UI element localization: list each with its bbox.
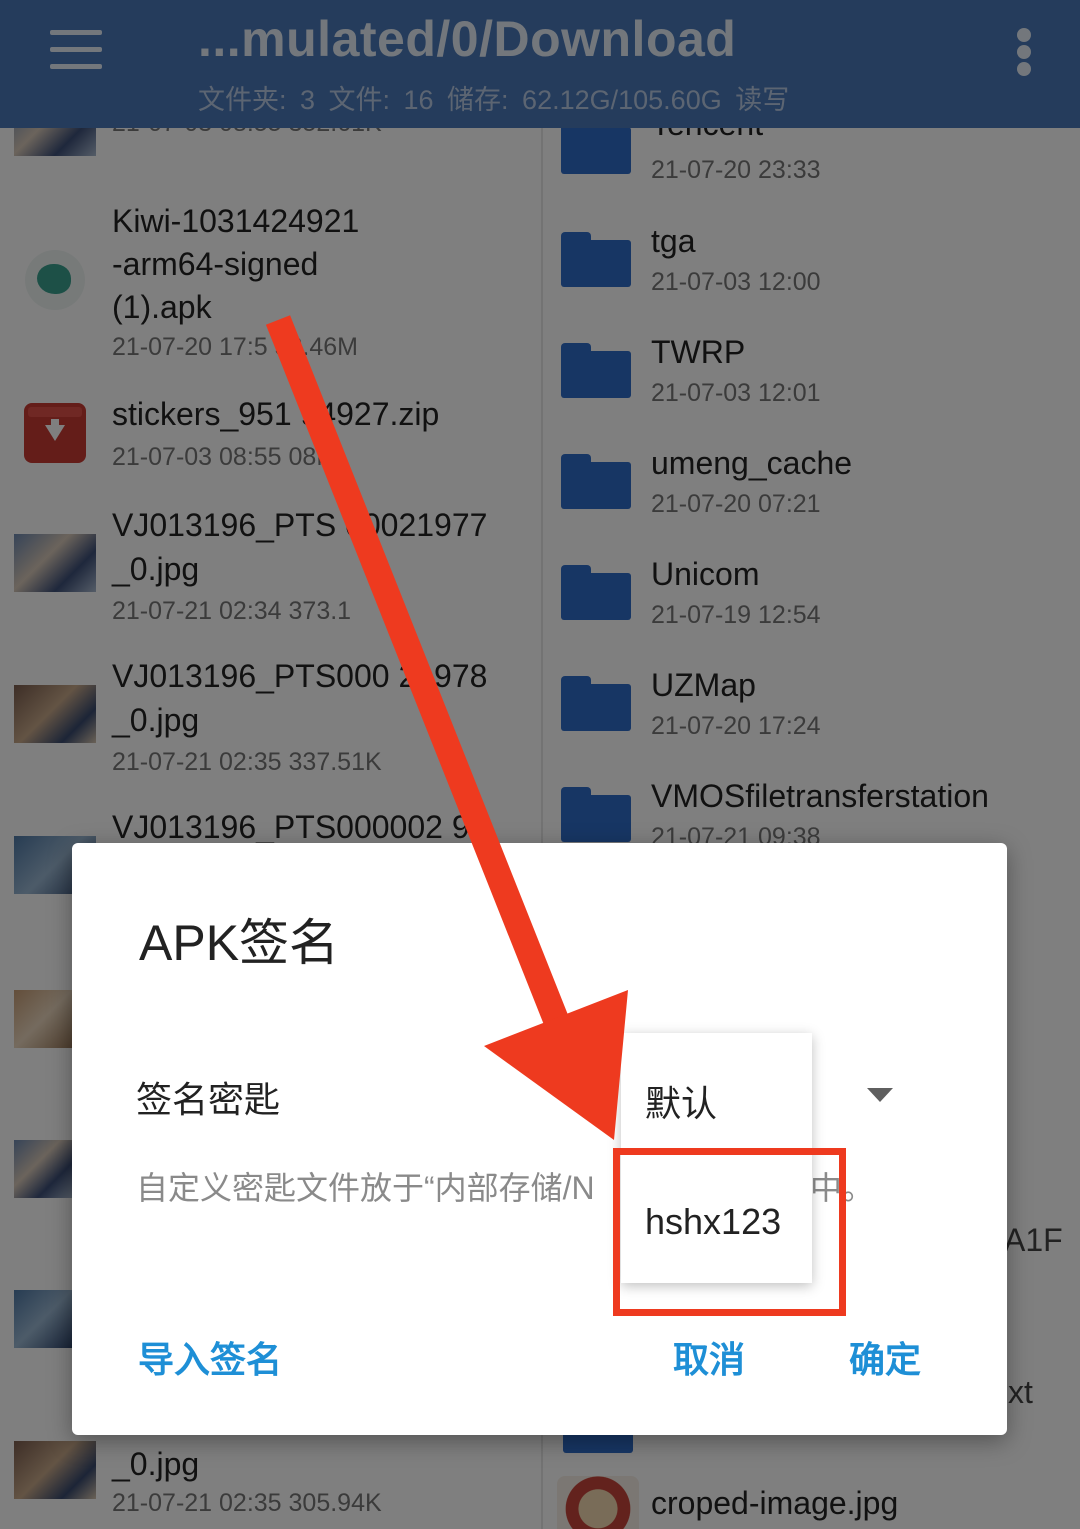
arrow-shaft [265,315,573,1035]
red-arrow-annotation [265,315,628,1140]
